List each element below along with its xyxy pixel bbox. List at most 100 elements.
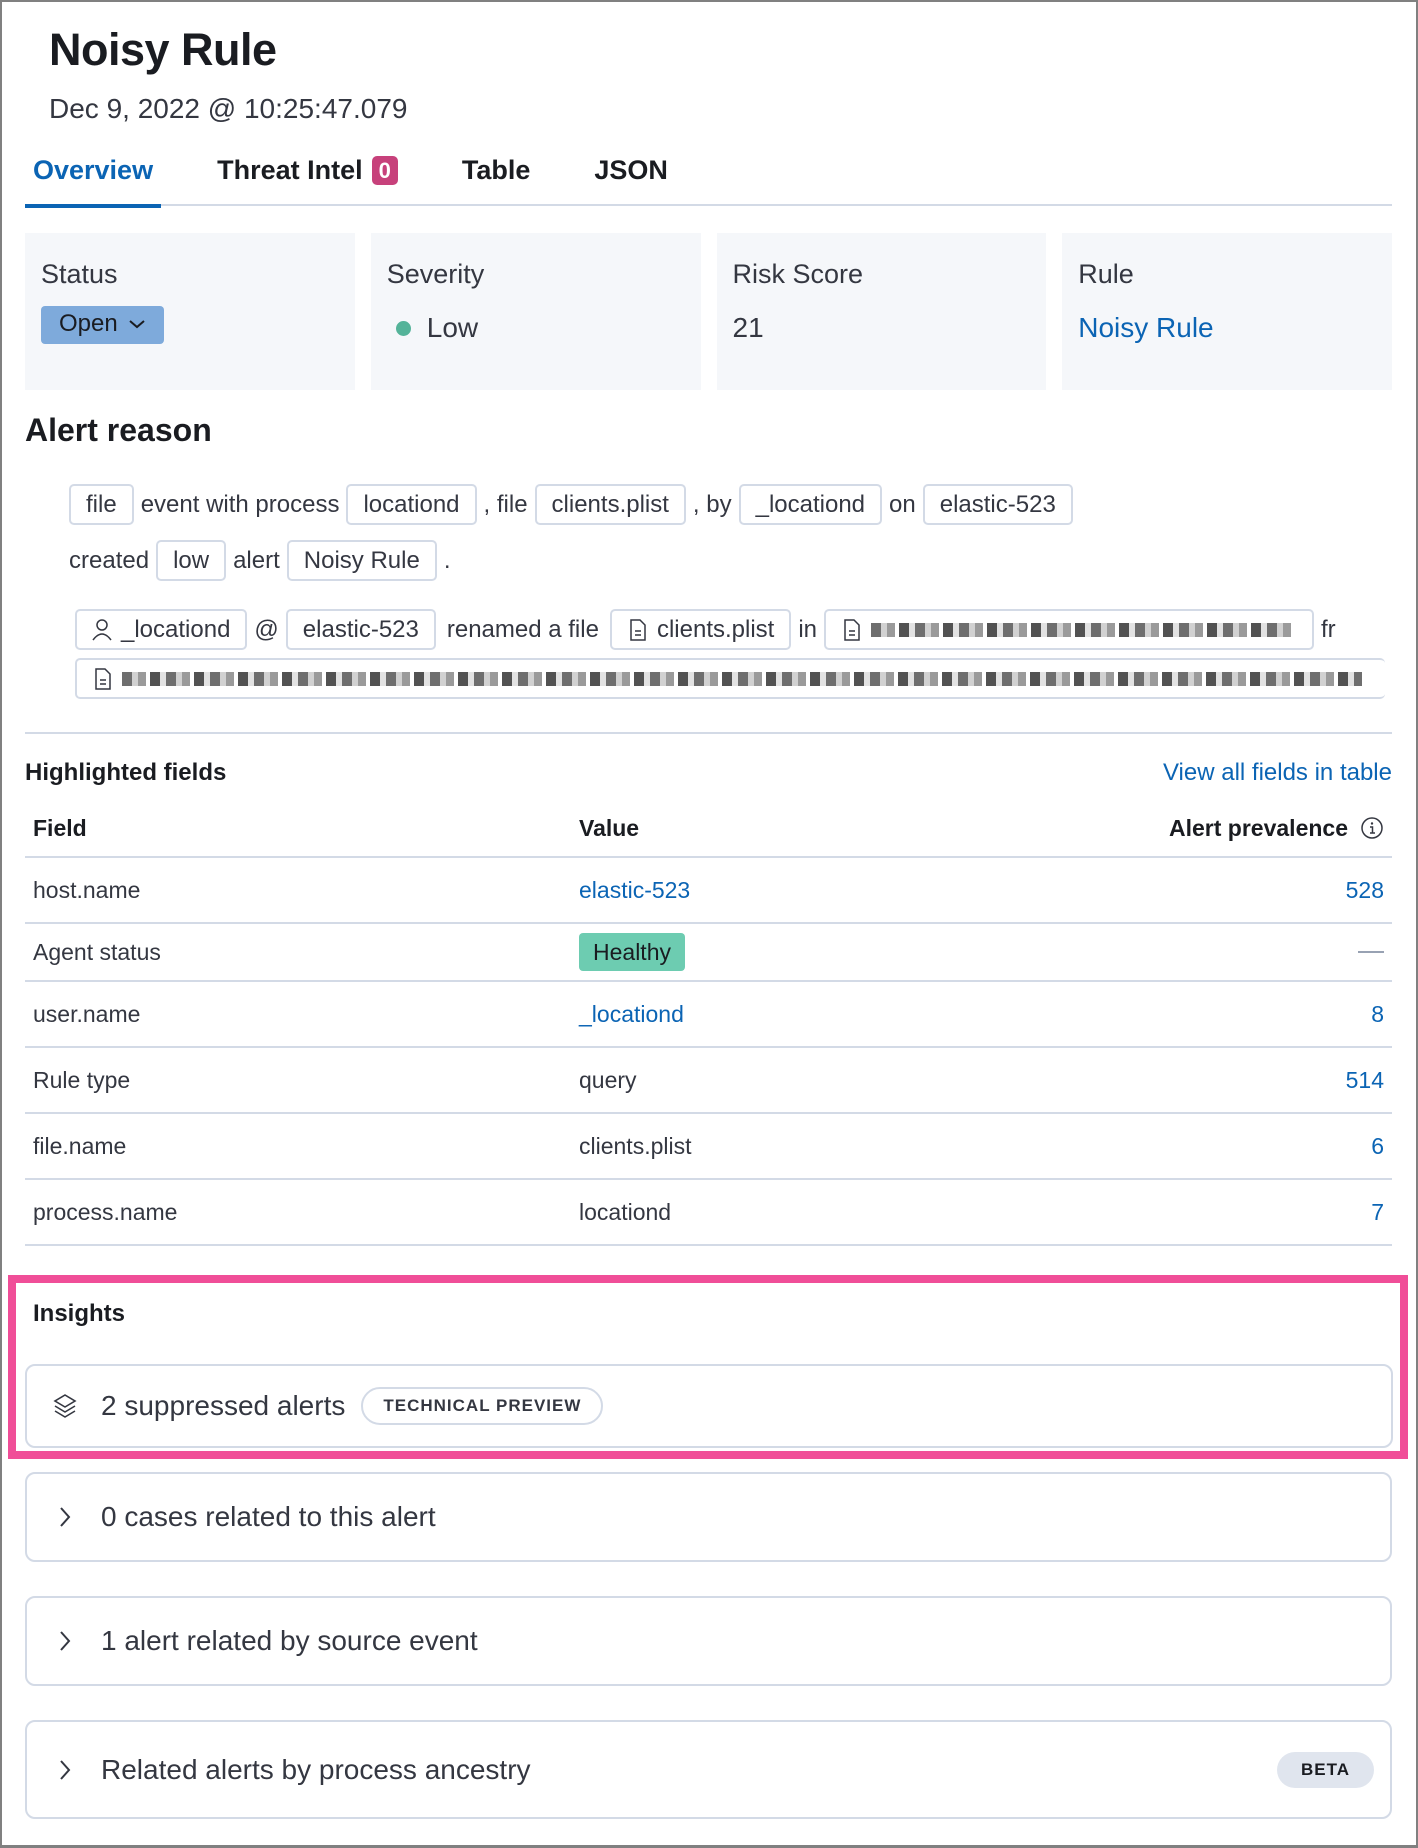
risk-score-card: Risk Score 21 (716, 233, 1047, 390)
table-row: Agent status Healthy (25, 924, 1392, 982)
at-symbol: @ (254, 615, 279, 643)
field-value: locationd (579, 1198, 672, 1225)
highlighted-fields-table: Field Value Alert prevalence host.name e… (25, 800, 1392, 1246)
table-row: process.name locationd 7 (25, 1180, 1392, 1246)
tab-json[interactable]: JSON (586, 140, 676, 206)
reason-chip-rule[interactable]: Noisy Rule (286, 540, 437, 581)
technical-preview-badge: TECHNICAL PREVIEW (361, 1387, 604, 1425)
threat-intel-count-badge: 0 (371, 155, 398, 185)
prevalence-header-label: Alert prevalence (1169, 814, 1348, 841)
column-header-field: Field (33, 814, 87, 841)
rule-link[interactable]: Noisy Rule (1078, 312, 1213, 344)
tab-threat-intel-label: Threat Intel (217, 154, 363, 185)
alert-reason-heading: Alert reason (25, 412, 212, 448)
field-name: host.name (33, 876, 141, 903)
in-text: in (798, 615, 818, 643)
reason-chip-event[interactable]: file (69, 484, 134, 525)
severity-dot-icon (395, 320, 411, 336)
table-row: file.name clients.plist 6 (25, 1114, 1392, 1180)
prevalence-count[interactable]: 528 (1346, 877, 1384, 904)
severity-label: Severity (386, 259, 485, 289)
tab-bar: Overview Threat Intel 0 Table JSON (25, 140, 1392, 208)
suppressed-alerts-label: 2 suppressed alerts (101, 1390, 346, 1421)
tab-overview[interactable]: Overview (25, 140, 162, 208)
suppressed-alerts-panel: 2 suppressed alerts TECHNICAL PREVIEW (25, 1364, 1393, 1448)
process-args-chip[interactable] (75, 658, 1385, 699)
prevalence-count[interactable]: 7 (1371, 1199, 1384, 1226)
field-name: Agent status (33, 938, 161, 965)
status-card: Status Open (25, 233, 355, 390)
accordion-related-source-event[interactable]: 1 alert related by source event (25, 1596, 1392, 1686)
chevron-right-icon (60, 1759, 71, 1780)
reason-text: , file (483, 490, 528, 518)
accordion-label: 1 alert related by source event (101, 1625, 478, 1656)
field-name: Rule type (33, 1066, 131, 1093)
process-user-chip[interactable]: _locationd (75, 609, 248, 650)
field-name: user.name (33, 1000, 141, 1027)
tab-threat-intel[interactable]: Threat Intel 0 (209, 140, 406, 206)
process-host-chip[interactable]: elastic-523 (285, 609, 436, 650)
column-header-value: Value (579, 814, 640, 841)
reason-text: alert (233, 546, 280, 574)
agent-status-badge: Healthy (579, 932, 685, 971)
prevalence-count[interactable]: 514 (1346, 1067, 1384, 1094)
reason-text: . (443, 546, 451, 574)
tab-table[interactable]: Table (454, 140, 539, 206)
field-value-link[interactable]: elastic-523 (579, 877, 690, 903)
chevron-right-icon (60, 1631, 71, 1651)
process-action-text: renamed a file (446, 615, 599, 643)
tab-overview-label: Overview (33, 154, 154, 185)
view-all-fields-link[interactable]: View all fields in table (1163, 759, 1392, 787)
reason-chip-user[interactable]: _locationd (738, 484, 883, 525)
column-header-prevalence: Alert prevalence (1072, 815, 1392, 842)
insights-title: Insights (33, 1300, 126, 1327)
prevalence-count[interactable]: 6 (1371, 1133, 1384, 1160)
reason-chip-severity[interactable]: low (156, 540, 227, 581)
process-file-value: clients.plist (656, 615, 775, 643)
table-header-row: Field Value Alert prevalence (25, 800, 1392, 858)
table-row: Rule type query 514 (25, 1048, 1392, 1114)
info-icon[interactable] (1360, 816, 1384, 840)
process-path-chip[interactable] (824, 609, 1315, 650)
accordion-related-cases[interactable]: 0 cases related to this alert (25, 1472, 1392, 1562)
layers-icon (53, 1394, 77, 1418)
rule-card: Rule Noisy Rule (1062, 233, 1392, 390)
prevalence-count[interactable]: 8 (1371, 1001, 1384, 1028)
accordion-label: Related alerts by process ancestry (101, 1753, 531, 1785)
accordion-process-ancestry[interactable]: Related alerts by process ancestry BETA (25, 1720, 1392, 1819)
field-value-link[interactable]: _locationd (579, 1001, 684, 1027)
tab-json-label: JSON (594, 154, 668, 185)
reason-text: , by (692, 490, 732, 518)
tab-table-label: Table (461, 154, 531, 185)
redacted-args (122, 671, 1362, 686)
document-icon (630, 618, 646, 641)
process-file-chip[interactable]: clients.plist (609, 609, 792, 650)
alert-reason-line-1: file event with process locationd , file… (69, 484, 1080, 525)
reason-chip-file[interactable]: clients.plist (534, 484, 686, 525)
redacted-path (871, 622, 1292, 637)
highlighted-fields-title: Highlighted fields (25, 759, 227, 786)
insights-highlight-box: Insights 2 suppressed alerts TECHNICAL P… (8, 1275, 1408, 1459)
status-value: Open (59, 310, 118, 337)
process-row-2 (75, 658, 1392, 699)
field-value: query (579, 1066, 637, 1093)
alert-reason-line-2: created low alert Noisy Rule . (69, 540, 450, 581)
severity-value: Low (426, 312, 479, 343)
reason-text: on (889, 490, 916, 518)
reason-chip-host[interactable]: elastic-523 (922, 484, 1073, 525)
field-value: clients.plist (579, 1132, 692, 1159)
document-icon (844, 618, 860, 641)
empty-prevalence-dash (1358, 951, 1384, 953)
risk-score-value: 21 (732, 312, 764, 343)
field-name: file.name (33, 1132, 127, 1159)
page-title: Noisy Rule (49, 24, 277, 75)
chevron-down-icon (129, 320, 145, 329)
beta-badge: BETA (1276, 1751, 1374, 1788)
chevron-right-icon (60, 1507, 71, 1527)
status-dropdown-button[interactable]: Open (41, 306, 164, 344)
reason-chip-process[interactable]: locationd (346, 484, 477, 525)
section-divider (25, 732, 1392, 734)
document-icon (95, 667, 111, 690)
status-label: Status (41, 259, 118, 289)
user-icon (92, 618, 112, 640)
